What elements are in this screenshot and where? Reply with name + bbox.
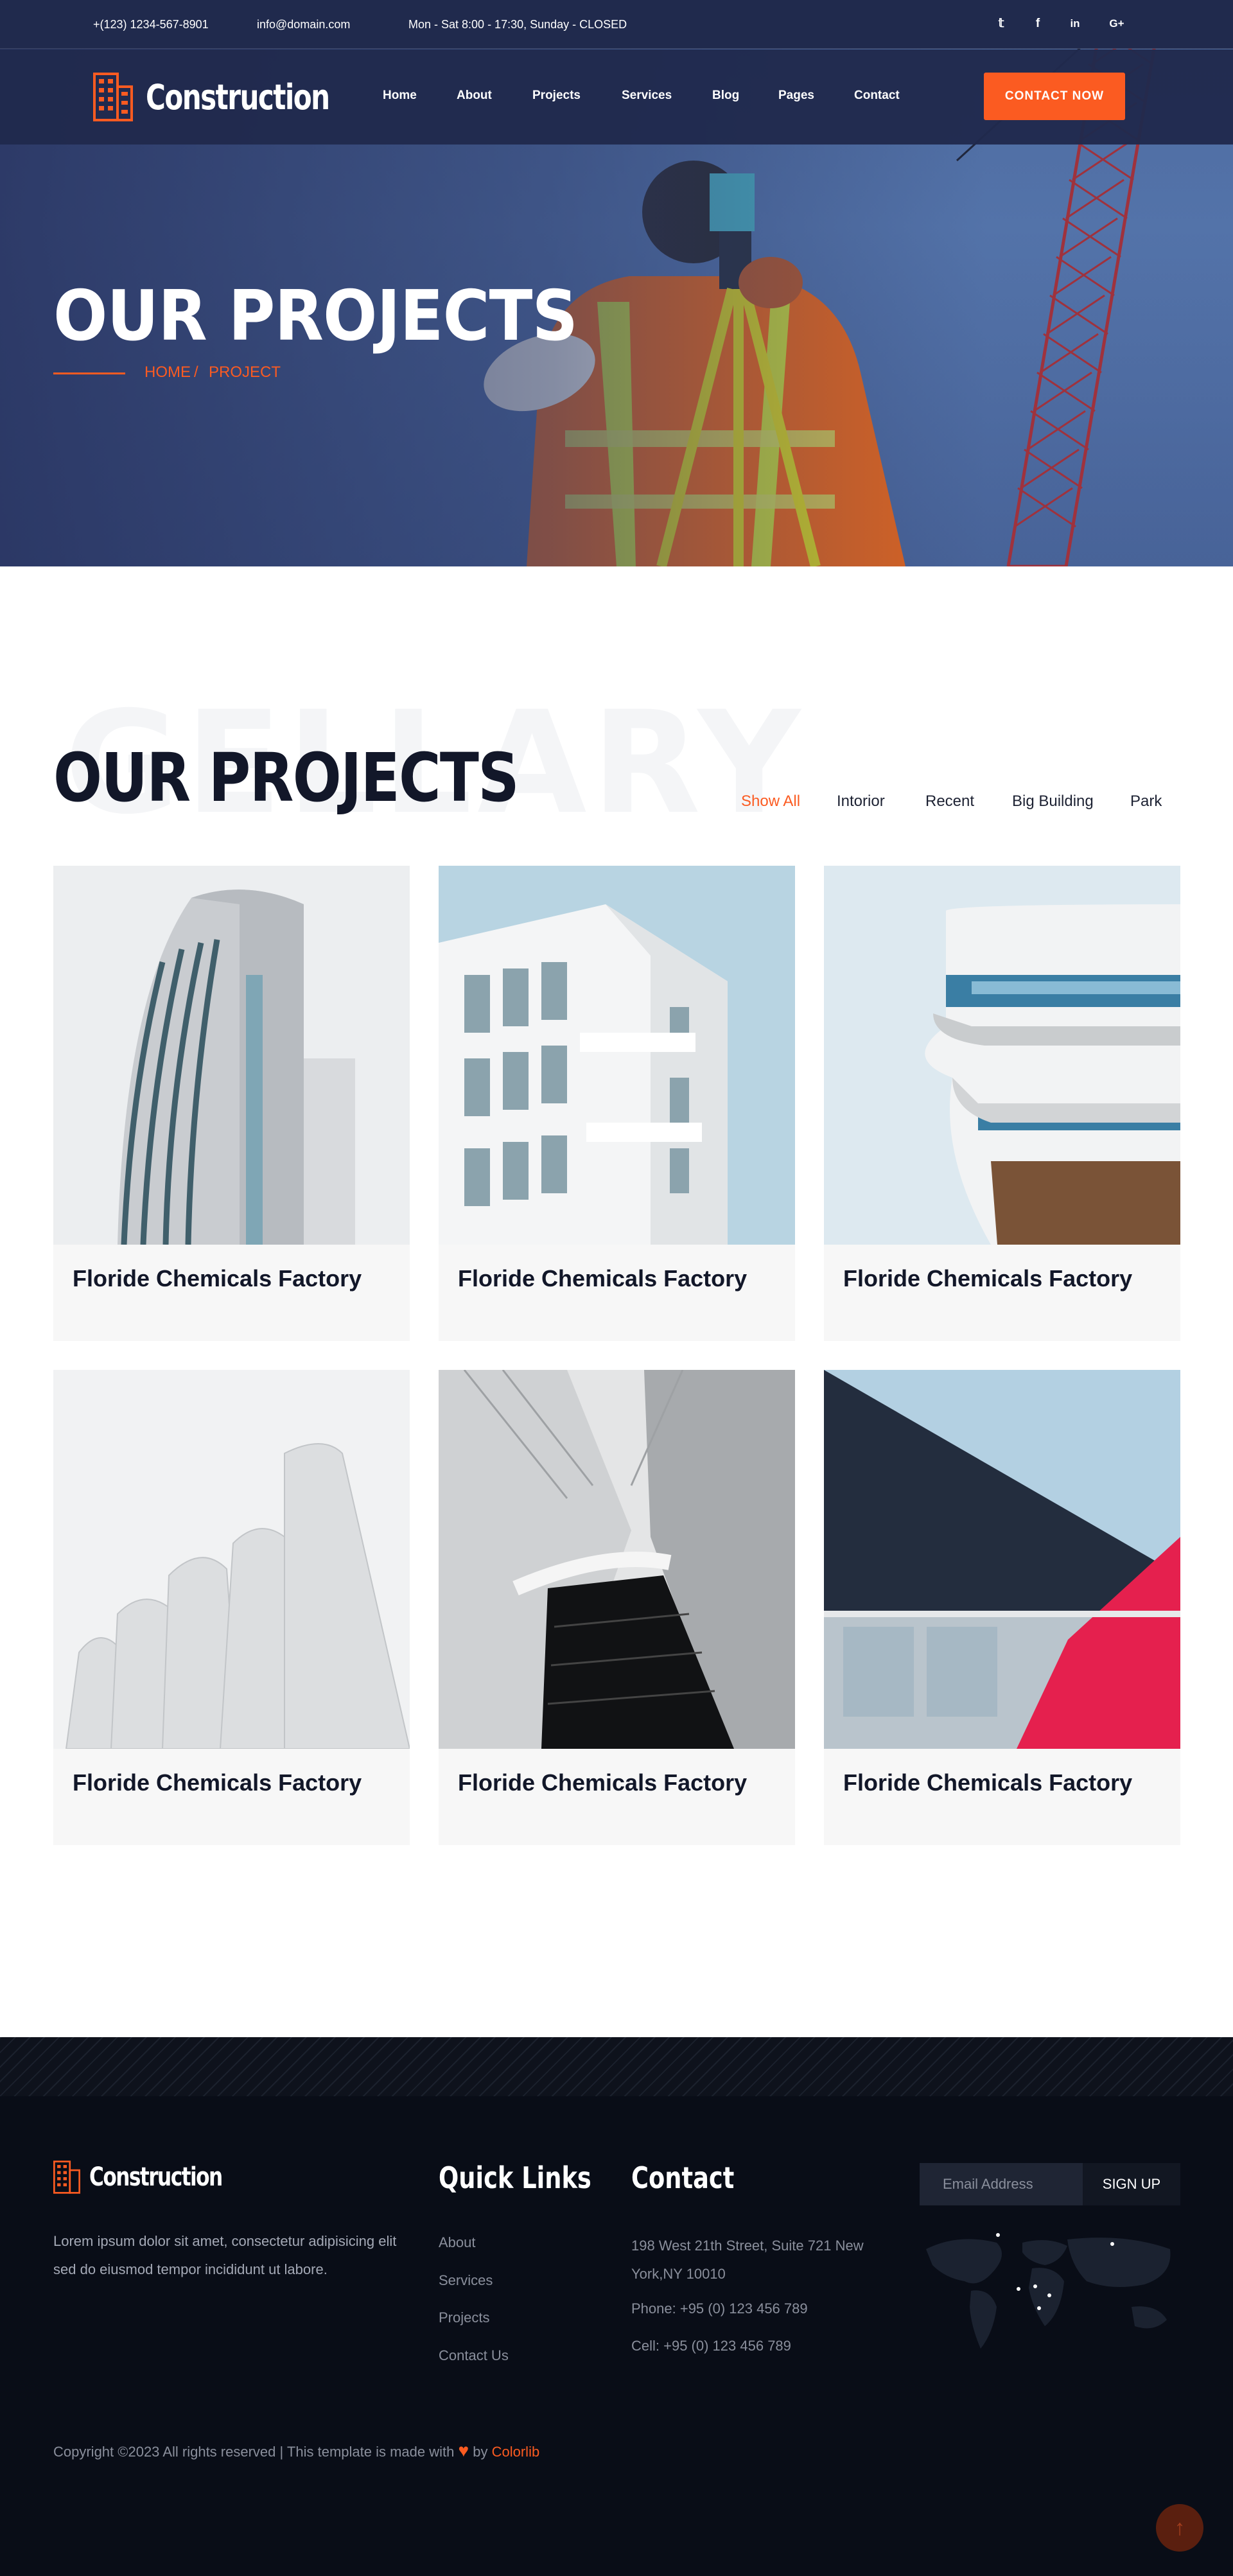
project-title[interactable]: Floride Chemicals Factory: [458, 1264, 766, 1293]
nav-about[interactable]: About: [457, 89, 492, 103]
copyright-by: by: [473, 2444, 488, 2460]
building-logo-icon: [53, 2160, 80, 2194]
project-title[interactable]: Floride Chemicals Factory: [843, 1264, 1151, 1293]
copyright-text: Copyright ©2023 All rights reserved | Th…: [53, 2440, 539, 2461]
email-address: info@domain.com: [257, 18, 351, 31]
nav-pages[interactable]: Pages: [778, 89, 814, 103]
footer-logo-text: Construction: [89, 2162, 223, 2192]
project-image[interactable]: [53, 1370, 410, 1749]
contact-title: Contact: [631, 2160, 735, 2195]
project-card[interactable]: Floride Chemicals Factory: [439, 866, 795, 1341]
project-image[interactable]: [439, 866, 795, 1245]
scroll-to-top-icon[interactable]: ↑: [1156, 2504, 1203, 2552]
twitter-icon[interactable]: 𝕥: [993, 15, 1010, 32]
quick-link-about[interactable]: About: [439, 2234, 476, 2251]
heart-icon: ♥: [458, 2440, 469, 2460]
project-title[interactable]: Floride Chemicals Factory: [73, 1768, 381, 1798]
phone-number: +(123) 1234-567-8901: [93, 18, 209, 31]
site-footer: Construction Lorem ipsum dolor sit amet,…: [0, 2037, 1233, 2576]
quick-links-title: Quick Links: [439, 2160, 591, 2195]
contact-phone: Phone: +95 (0) 123 456 789: [631, 2300, 808, 2317]
contact-address-line2: York,NY 10010: [631, 2266, 726, 2282]
project-title[interactable]: Floride Chemicals Factory: [458, 1768, 766, 1798]
breadcrumb-current: PROJECT: [209, 364, 281, 381]
filter-recent[interactable]: Recent: [925, 793, 974, 810]
page: +(123) 1234-567-8901 info@domain.com Mon…: [0, 0, 1233, 2576]
breadcrumb-home[interactable]: HOME: [144, 364, 191, 381]
logo-text: Construction: [146, 76, 330, 118]
newsletter-email-input[interactable]: [920, 2163, 1083, 2205]
nav-blog[interactable]: Blog: [712, 89, 739, 103]
project-card[interactable]: Floride Chemicals Factory: [439, 1370, 795, 1845]
filter-big-building[interactable]: Big Building: [1012, 793, 1094, 810]
google-plus-icon[interactable]: G+: [1108, 15, 1125, 32]
section-title: OUR PROJECTS: [53, 739, 520, 817]
project-image[interactable]: [824, 866, 1180, 1245]
filter-interior[interactable]: Intorior: [837, 793, 885, 810]
quick-link-services[interactable]: Services: [439, 2272, 493, 2289]
project-card[interactable]: Floride Chemicals Factory: [824, 1370, 1180, 1845]
contact-now-button[interactable]: CONTACT NOW: [984, 73, 1125, 120]
quick-link-projects[interactable]: Projects: [439, 2309, 489, 2326]
project-card[interactable]: Floride Chemicals Factory: [824, 866, 1180, 1341]
opening-hours: Mon - Sat 8:00 - 17:30, Sunday - CLOSED: [408, 18, 627, 31]
linkedin-icon[interactable]: in: [1067, 15, 1083, 32]
project-card[interactable]: Floride Chemicals Factory: [53, 1370, 410, 1845]
project-image[interactable]: [824, 1370, 1180, 1749]
nav-services[interactable]: Services: [622, 89, 672, 103]
footer-hatch-pattern: [0, 2037, 1233, 2096]
hero-title: OUR PROJECTS: [53, 276, 578, 356]
footer-description: Lorem ipsum dolor sit amet, consectetur …: [53, 2233, 397, 2277]
copyright-prefix: Copyright ©2023 All rights reserved | Th…: [53, 2444, 455, 2460]
site-logo[interactable]: Construction: [93, 73, 381, 121]
nav-projects[interactable]: Projects: [532, 89, 581, 103]
project-card[interactable]: Floride Chemicals Factory: [53, 866, 410, 1341]
main-navbar: Construction Home About Projects Service…: [0, 49, 1233, 145]
breadcrumb-line: [53, 372, 125, 374]
project-image[interactable]: [53, 866, 410, 1245]
breadcrumb-separator: /: [194, 364, 198, 381]
hero-banner: +(123) 1234-567-8901 info@domain.com Mon…: [0, 0, 1233, 566]
filter-park[interactable]: Park: [1130, 793, 1162, 810]
contact-cell: Cell: +95 (0) 123 456 789: [631, 2338, 791, 2354]
quick-link-contact[interactable]: Contact Us: [439, 2347, 509, 2364]
project-image[interactable]: [439, 1370, 795, 1749]
colorlib-link[interactable]: Colorlib: [492, 2444, 540, 2460]
contact-address-line1: 198 West 21th Street, Suite 721 New: [631, 2238, 864, 2254]
world-map-image: [926, 2233, 1171, 2349]
facebook-icon[interactable]: f: [1029, 15, 1046, 32]
sign-up-button[interactable]: SIGN UP: [1083, 2163, 1180, 2205]
project-title[interactable]: Floride Chemicals Factory: [843, 1768, 1151, 1798]
top-bar: +(123) 1234-567-8901 info@domain.com Mon…: [0, 0, 1233, 49]
footer-logo[interactable]: Construction: [53, 2160, 259, 2194]
nav-contact[interactable]: Contact: [854, 89, 900, 103]
project-title[interactable]: Floride Chemicals Factory: [73, 1264, 381, 1293]
building-logo-icon: [93, 73, 133, 121]
filter-show-all[interactable]: Show All: [741, 793, 800, 810]
nav-home[interactable]: Home: [383, 89, 417, 103]
